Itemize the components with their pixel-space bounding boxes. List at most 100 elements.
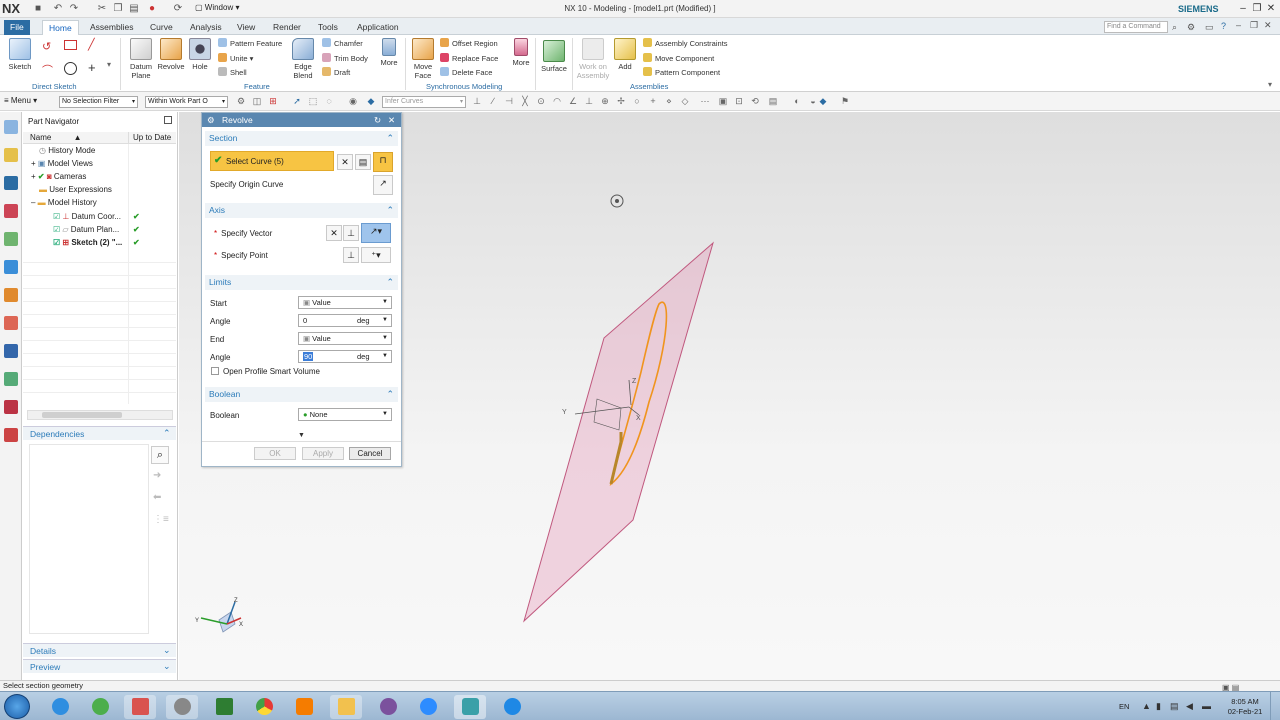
collapse-icon[interactable]: ⌃: [163, 428, 171, 439]
dependencies-header[interactable]: Dependencies ⌃: [23, 426, 176, 440]
start-angle-input[interactable]: 0 deg ▼: [298, 314, 392, 327]
help-icon[interactable]: ?: [1221, 21, 1226, 31]
tree-history-mode[interactable]: ◷ History Mode: [39, 144, 95, 157]
collapse-icon[interactable]: ⌃: [386, 131, 394, 146]
list-options-icon[interactable]: ⋮≡: [153, 514, 169, 525]
snap-perp-icon[interactable]: ⊥: [584, 96, 594, 106]
manufacturing-wizard-tab-icon[interactable]: [4, 400, 18, 414]
render-style-icon[interactable]: ◐: [792, 96, 802, 106]
search-icon[interactable]: ⌕: [1172, 22, 1177, 33]
restore-ribbon-icon[interactable]: ❐: [1250, 20, 1258, 31]
menu-button[interactable]: ≡ Menu ▾: [4, 96, 37, 105]
snap-angle-icon[interactable]: ∠: [568, 96, 578, 106]
select-curve-row[interactable]: ✔ Select Curve (5): [210, 151, 334, 171]
datum-plane-shape[interactable]: [523, 241, 714, 623]
move-component-button[interactable]: Move Component: [643, 53, 714, 64]
snap-icon[interactable]: ⚙: [236, 96, 246, 106]
start-type-dropdown[interactable]: ▣ Value ▼: [298, 296, 392, 309]
assembly-navigator-tab-icon[interactable]: [4, 148, 18, 162]
selection-scope-dropdown[interactable]: Within Work Part O ▾: [145, 96, 228, 108]
circle-icon[interactable]: [64, 62, 77, 75]
lasso-select-icon[interactable]: ◌: [324, 96, 334, 106]
origin-curve-icon[interactable]: ↗: [373, 175, 393, 195]
tray-expand-icon[interactable]: ▲: [1142, 701, 1151, 711]
window-arrange-icon[interactable]: ▭: [1205, 22, 1214, 33]
details-header[interactable]: Details ⌄: [23, 643, 176, 657]
expand-icon[interactable]: ⌄: [163, 645, 171, 656]
tab-tools[interactable]: Tools: [312, 20, 344, 35]
rectangle-select-icon[interactable]: ⬚: [308, 96, 318, 106]
taskbar-excel[interactable]: [208, 695, 240, 719]
taskbar-zalo[interactable]: [496, 695, 528, 719]
hole-button[interactable]: Hole: [188, 38, 212, 71]
rectangle-icon[interactable]: [64, 40, 77, 50]
snap-midpoint-icon[interactable]: ∕: [488, 96, 498, 106]
taskbar-nx[interactable]: [454, 695, 486, 719]
boolean-group-header[interactable]: Boolean ⌃: [205, 387, 398, 402]
collapse-icon[interactable]: ⌃: [386, 387, 394, 402]
filter-icon[interactable]: ◉: [348, 96, 358, 106]
tab-file[interactable]: File: [4, 20, 30, 35]
part-navigator-tab-icon[interactable]: [4, 120, 18, 134]
revolve-button[interactable]: Revolve: [156, 38, 186, 71]
taskbar-zoom[interactable]: [412, 695, 444, 719]
work-layer-icon[interactable]: ◆: [818, 96, 828, 106]
boolean-dropdown[interactable]: ● None ▼: [298, 408, 392, 421]
snap-on-curve-icon[interactable]: ○: [632, 96, 642, 106]
tab-view[interactable]: View: [231, 20, 261, 35]
snap-existing-point-icon[interactable]: ✢: [616, 96, 626, 106]
close-dialog-icon[interactable]: ✕: [388, 113, 395, 127]
reuse-library-tab-icon[interactable]: [4, 204, 18, 218]
arc-icon[interactable]: ⌒: [42, 62, 53, 78]
snap-endpoint-icon[interactable]: ⊥: [472, 96, 482, 106]
work-on-assembly-button[interactable]: Work on Assembly: [576, 38, 610, 80]
tree-user-expressions[interactable]: ▬ User Expressions: [39, 183, 112, 196]
move-face-button[interactable]: Move Face: [409, 38, 437, 80]
tab-curve[interactable]: Curve: [144, 20, 179, 35]
surface-button[interactable]: Surface: [539, 40, 569, 73]
replace-face-button[interactable]: Replace Face: [440, 53, 498, 64]
column-header-status[interactable]: Up to Date: [128, 132, 176, 144]
previous-icon[interactable]: ⬅: [153, 492, 161, 503]
background-icon[interactable]: ◒: [808, 96, 818, 106]
tree-cameras[interactable]: + ✔ ◙ Cameras: [31, 170, 86, 183]
profile-icon[interactable]: ↺: [42, 40, 51, 53]
view-options-icon[interactable]: ⚑: [840, 96, 850, 106]
tray-volume-icon[interactable]: ◀: [1186, 701, 1193, 712]
reverse-direction-icon[interactable]: ✕: [326, 225, 342, 241]
language-indicator[interactable]: EN: [1119, 702, 1129, 711]
selection-filter-dropdown[interactable]: No Selection Filter ▾: [59, 96, 138, 108]
maximize-panel-icon[interactable]: [164, 116, 172, 124]
pattern-component-button[interactable]: Pattern Component: [643, 67, 720, 78]
datum-plane-button[interactable]: Datum Plane: [126, 38, 156, 80]
start-button-icon[interactable]: [4, 694, 30, 719]
body-filter-icon[interactable]: ◆: [366, 96, 376, 106]
taskbar-viber[interactable]: [372, 695, 404, 719]
roles-tab-icon[interactable]: [4, 316, 18, 330]
more-options-chevron-icon[interactable]: ▼: [298, 432, 305, 439]
snap-grid-icon[interactable]: ⋯: [700, 96, 710, 106]
tab-home[interactable]: Home: [42, 20, 79, 35]
add-component-button[interactable]: Add: [612, 38, 638, 71]
show-desktop-button[interactable]: [1270, 692, 1280, 720]
tray-network-icon[interactable]: ▤: [1170, 701, 1179, 712]
web-browser-tab-icon[interactable]: [4, 260, 18, 274]
expand-icon[interactable]: ⌄: [163, 661, 171, 672]
horizontal-scrollbar[interactable]: [27, 410, 173, 420]
process-studio-tab-icon[interactable]: [4, 372, 18, 386]
minimize-icon[interactable]: –: [1236, 2, 1250, 16]
snap-surface-icon[interactable]: ⋄: [664, 96, 674, 106]
sketch-more-icon[interactable]: ▾: [107, 60, 111, 69]
hd3d-tools-tab-icon[interactable]: [4, 232, 18, 246]
axis-group-header[interactable]: Axis ⌃: [205, 203, 398, 218]
point-dialog-icon[interactable]: ⊥: [343, 247, 359, 263]
tree-model-history[interactable]: – ▬ Model History: [31, 196, 97, 209]
restore-icon[interactable]: ❐: [1250, 2, 1264, 16]
tab-render[interactable]: Render: [267, 20, 307, 35]
point-icon[interactable]: +: [88, 60, 96, 75]
collapse-icon[interactable]: ⌃: [386, 203, 394, 218]
point-type-dropdown[interactable]: ⁺▾: [361, 247, 391, 263]
rotate-icon[interactable]: ⟲: [750, 96, 760, 106]
history-tab-icon[interactable]: [4, 288, 18, 302]
taskbar-media-player[interactable]: [288, 695, 320, 719]
